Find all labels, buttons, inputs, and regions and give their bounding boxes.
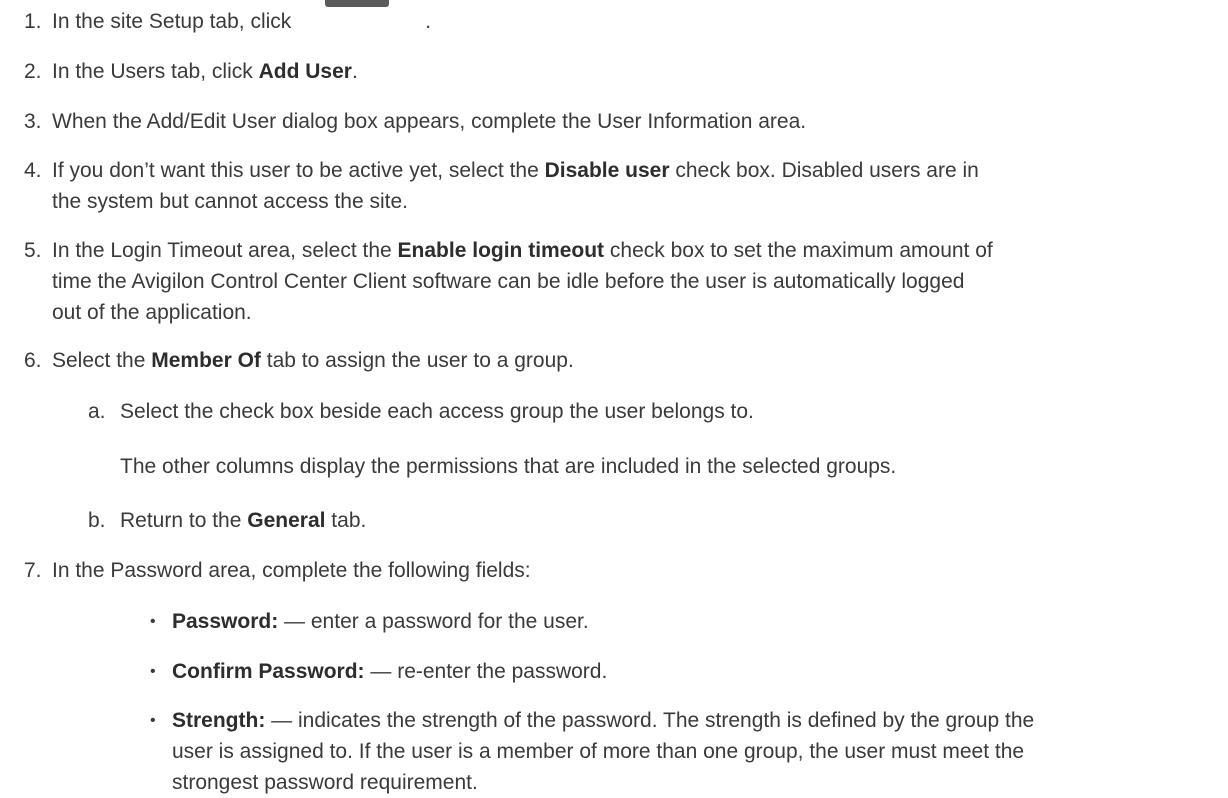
step-text-end: check box. Disabled users are in [669,159,979,182]
substep-letter: a. [88,400,106,423]
ui-term: Disable user [544,159,670,182]
step-text-line3: out of the application. [52,301,252,324]
step-number: 1. [24,10,42,33]
field-description-line3: strongest password requirement. [172,771,478,794]
step-text-end: check box to set the maximum amount of [604,239,993,262]
ui-term: Member Of [151,349,261,372]
field-description-line2: user is assigned to. If the user is a me… [172,740,1025,763]
substep-text: Return to the [120,509,248,532]
step-text: In the site Setup tab, click [52,10,292,33]
field-name: Password: [172,610,279,633]
ui-term: Enable login timeout [397,239,605,262]
step-text: In the Login Timeout area, select the [52,239,398,262]
step-number: 6. [24,349,42,372]
substep-text: Select the check box beside each access … [120,400,754,423]
note-text: The other columns display the permission… [120,455,897,478]
field-name: Confirm Password: [172,660,365,683]
step-text-end: tab to assign the user to a group. [260,349,574,372]
step-text: When the Add/Edit User dialog box appear… [52,110,807,133]
step-number: 3. [24,110,42,133]
step-text: In the Password area, complete the follo… [52,559,531,582]
step-number: 5. [24,239,42,262]
step-number: 4. [24,159,42,182]
setup-button-image [297,0,425,33]
step-text: If you don’t want this user to be active… [52,159,545,182]
step-text-line2: the system but cannot access the site. [52,190,409,213]
step-text: In the Users tab, click [52,60,259,83]
ui-term: General [247,509,326,532]
substep-text-end: tab. [325,509,367,532]
step-text-end: . [425,10,432,33]
field-description: — enter a password for the user. [278,610,589,633]
step-number: 7. [24,559,42,582]
step-text: Select the [52,349,152,372]
step-number: 2. [24,60,42,83]
ui-term: Add User [258,60,352,83]
step-text-line2: time the Avigilon Control Center Client … [52,270,965,293]
step-text-end: . [351,60,358,83]
substep-letter: b. [88,509,106,532]
field-description: — re-enter the password. [364,660,608,683]
button-graphic [325,0,390,8]
field-description: — indicates the strength of the password… [265,709,1035,732]
field-name: Strength: [172,709,266,732]
